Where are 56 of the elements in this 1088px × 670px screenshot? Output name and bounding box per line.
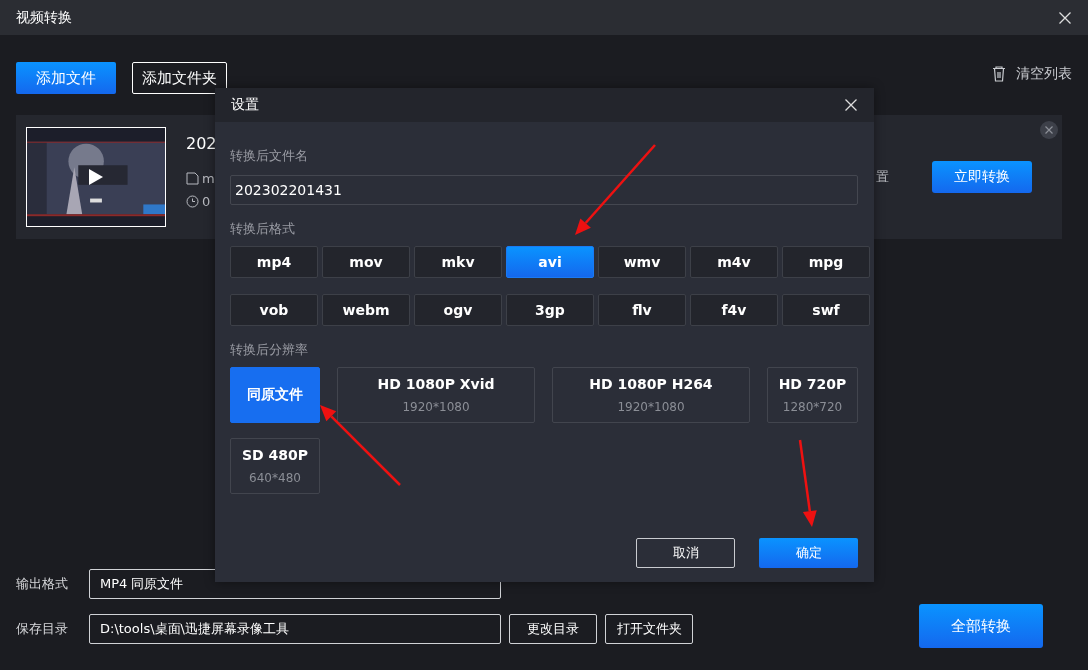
add-file-button[interactable]: 添加文件 — [16, 62, 116, 94]
clock-icon — [186, 195, 199, 208]
resolution-name: HD 1080P H264 — [589, 376, 713, 392]
clear-list-link[interactable]: 清空列表 — [1016, 65, 1072, 83]
format-option[interactable]: webm — [322, 294, 410, 326]
resolution-size: 640*480 — [249, 471, 301, 485]
format-option[interactable]: m4v — [690, 246, 778, 278]
file-name: 202 — [186, 134, 217, 153]
format-option[interactable]: mpg — [782, 246, 870, 278]
resolution-option[interactable]: HD 1080P H264 1920*1080 — [552, 367, 750, 423]
field-label: 转换后分辨率 — [230, 341, 309, 359]
confirm-button[interactable]: 确定 — [759, 538, 858, 568]
format-option[interactable]: f4v — [690, 294, 778, 326]
convert-now-button[interactable]: 立即转换 — [932, 161, 1032, 193]
format-option[interactable]: mov — [322, 246, 410, 278]
close-icon[interactable] — [845, 99, 857, 111]
resolution-name: HD 720P — [778, 376, 847, 392]
resolution-option[interactable]: HD 720P 1280*720 — [767, 367, 858, 423]
resolution-size: 1920*1080 — [402, 400, 470, 414]
file-format: m — [202, 171, 215, 186]
resolution-option[interactable]: 同原文件 — [230, 367, 320, 423]
format-option[interactable]: ogv — [414, 294, 502, 326]
settings-link[interactable]: 置 — [876, 168, 889, 186]
convert-all-button[interactable]: 全部转换 — [919, 604, 1043, 648]
resolution-option[interactable]: SD 480P 640*480 — [230, 438, 320, 494]
format-option[interactable]: mp4 — [230, 246, 318, 278]
close-icon[interactable] — [1059, 11, 1071, 24]
format-option[interactable]: flv — [598, 294, 686, 326]
resolution-size: 1920*1080 — [617, 400, 685, 414]
save-dir-label: 保存目录 — [16, 620, 69, 638]
output-format-label: 输出格式 — [16, 575, 69, 593]
change-dir-button[interactable]: 更改目录 — [509, 614, 597, 644]
format-option[interactable]: vob — [230, 294, 318, 326]
remove-icon[interactable] — [1040, 121, 1058, 139]
resolution-size: 1280*720 — [782, 400, 843, 414]
filename-field[interactable]: 202302201431 — [230, 175, 858, 205]
field-label: 转换后格式 — [230, 220, 296, 238]
resolution-name: HD 1080P Xvid — [377, 376, 495, 392]
file-duration: 0 — [202, 194, 211, 209]
cancel-button[interactable]: 取消 — [636, 538, 735, 568]
trash-icon[interactable] — [992, 66, 1006, 82]
format-option[interactable]: avi — [506, 246, 594, 278]
format-option[interactable]: wmv — [598, 246, 686, 278]
play-icon[interactable] — [88, 168, 104, 186]
dialog-title: 设置 — [231, 96, 259, 114]
save-dir-field[interactable]: D:\tools\桌面\迅捷屏幕录像工具 — [89, 614, 501, 644]
video-file-icon — [186, 172, 199, 185]
format-option[interactable]: 3gp — [506, 294, 594, 326]
open-folder-button[interactable]: 打开文件夹 — [605, 614, 693, 644]
format-option[interactable]: mkv — [414, 246, 502, 278]
resolution-name: 同原文件 — [247, 386, 303, 404]
resolution-name: SD 480P — [241, 447, 309, 463]
resolution-option[interactable]: HD 1080P Xvid 1920*1080 — [337, 367, 535, 423]
field-label: 转换后文件名 — [230, 147, 309, 165]
window-title: 视频转换 — [16, 8, 72, 27]
format-option[interactable]: swf — [782, 294, 870, 326]
